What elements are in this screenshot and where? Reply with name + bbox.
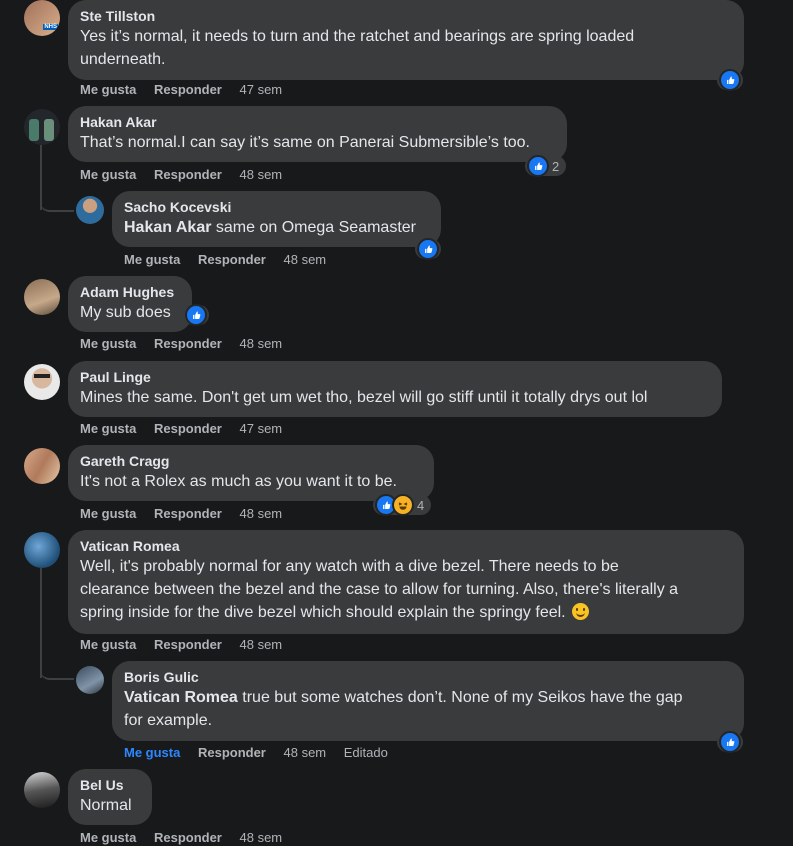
comment-bubble: Adam Hughes My sub does bbox=[68, 276, 192, 332]
reply-button[interactable]: Responder bbox=[154, 167, 222, 182]
comment-author[interactable]: Hakan Akar bbox=[80, 113, 555, 131]
like-reaction-icon bbox=[185, 304, 207, 326]
comment-bubble: Bel Us Normal bbox=[68, 769, 152, 825]
avatar-badge: NHS bbox=[43, 24, 58, 30]
avatar[interactable] bbox=[24, 109, 60, 145]
reactions[interactable] bbox=[717, 69, 743, 91]
comment-actions: Me gusta Responder 48 sem bbox=[80, 336, 296, 352]
haha-reaction-icon bbox=[392, 494, 414, 516]
avatar[interactable] bbox=[76, 666, 104, 694]
comment-actions: Me gusta Responder 48 sem bbox=[124, 252, 340, 268]
comment-text: It's not a Rolex as much as you want it … bbox=[80, 473, 397, 490]
like-button[interactable]: Me gusta bbox=[80, 82, 136, 97]
comment-bubble: Gareth Cragg It's not a Rolex as much as… bbox=[68, 445, 434, 501]
timestamp[interactable]: 47 sem bbox=[240, 82, 283, 97]
mention-link[interactable]: Hakan Akar bbox=[124, 219, 211, 236]
avatar[interactable] bbox=[24, 532, 60, 568]
comment-bubble: Sacho Kocevski Hakan Akar same on Omega … bbox=[112, 191, 441, 247]
reply-button[interactable]: Responder bbox=[154, 82, 222, 97]
like-reaction-icon bbox=[417, 238, 439, 260]
comment-actions: Me gusta Responder 47 sem bbox=[80, 421, 296, 437]
comment-text: for example. bbox=[124, 712, 213, 729]
comment-author[interactable]: Bel Us bbox=[80, 776, 140, 794]
comment-text: That’s normal.I can say it’s same on Pan… bbox=[80, 134, 530, 151]
avatar[interactable] bbox=[24, 772, 60, 808]
comment-text: clearance between the bezel and the case… bbox=[80, 581, 679, 598]
like-button[interactable]: Me gusta bbox=[124, 252, 180, 267]
reply-button[interactable]: Responder bbox=[154, 506, 222, 521]
like-reaction-icon bbox=[527, 155, 549, 177]
comment-bubble: Ste Tillston Yes it’s normal, it needs t… bbox=[68, 0, 744, 80]
reply-button[interactable]: Responder bbox=[154, 336, 222, 351]
comment-text: Mines the same. Don't get um wet tho, be… bbox=[80, 389, 648, 406]
comment-author[interactable]: Adam Hughes bbox=[80, 283, 180, 301]
like-button[interactable]: Me gusta bbox=[124, 745, 180, 760]
reactions[interactable]: 2 bbox=[525, 155, 567, 177]
comment-actions: Me gusta Responder 48 sem bbox=[80, 167, 296, 183]
timestamp[interactable]: 48 sem bbox=[240, 637, 283, 652]
comment-actions: Me gusta Responder 48 sem bbox=[80, 506, 296, 522]
timestamp[interactable]: 47 sem bbox=[240, 421, 283, 436]
comment-author[interactable]: Paul Linge bbox=[80, 368, 710, 386]
like-button[interactable]: Me gusta bbox=[80, 421, 136, 436]
reactions[interactable] bbox=[415, 238, 441, 260]
like-button[interactable]: Me gusta bbox=[80, 637, 136, 652]
comment-bubble: Vatican Romea Well, it's probably normal… bbox=[68, 530, 744, 634]
reply-thread-connector bbox=[40, 190, 74, 212]
avatar[interactable] bbox=[76, 196, 104, 224]
comment-bubble: Hakan Akar That’s normal.I can say it’s … bbox=[68, 106, 567, 162]
edited-label[interactable]: Editado bbox=[344, 745, 388, 760]
smile-emoji-icon bbox=[572, 603, 590, 620]
comment-text: My sub does bbox=[80, 304, 171, 321]
timestamp[interactable]: 48 sem bbox=[284, 745, 327, 760]
timestamp[interactable]: 48 sem bbox=[240, 336, 283, 351]
comment-text: spring inside for the dive bezel which s… bbox=[80, 601, 732, 624]
reply-thread-connector bbox=[40, 660, 74, 680]
comment-actions: Me gusta Responder 48 sem Editado bbox=[124, 745, 402, 761]
comment-author[interactable]: Gareth Cragg bbox=[80, 452, 422, 470]
reaction-count: 4 bbox=[417, 497, 425, 513]
mention-link[interactable]: Vatican Romea bbox=[124, 689, 238, 706]
comment-text: Yes it’s normal, it needs to turn and th… bbox=[80, 28, 635, 45]
reaction-count: 2 bbox=[552, 158, 560, 174]
reply-button[interactable]: Responder bbox=[198, 745, 266, 760]
comment-actions: Me gusta Responder 48 sem bbox=[80, 830, 296, 846]
avatar[interactable] bbox=[24, 448, 60, 484]
comment-text: Vatican Romea true but some watches don’… bbox=[124, 686, 732, 709]
comment-text-body: spring inside for the dive bezel which s… bbox=[80, 604, 566, 621]
like-button[interactable]: Me gusta bbox=[80, 506, 136, 521]
like-reaction-icon bbox=[719, 731, 741, 753]
avatar[interactable]: NHS bbox=[24, 0, 60, 36]
comment-author[interactable]: Ste Tillston bbox=[80, 7, 732, 25]
avatar[interactable] bbox=[24, 364, 60, 400]
comment-actions: Me gusta Responder 47 sem bbox=[80, 82, 296, 98]
comment-text-body: same on Omega Seamaster bbox=[211, 219, 416, 236]
like-reaction-icon bbox=[719, 69, 741, 91]
timestamp[interactable]: 48 sem bbox=[240, 506, 283, 521]
comment-text: Well, it's probably normal for any watch… bbox=[80, 558, 619, 575]
like-button[interactable]: Me gusta bbox=[80, 336, 136, 351]
comment-text: underneath. bbox=[80, 51, 166, 68]
reactions[interactable] bbox=[717, 731, 743, 753]
timestamp[interactable]: 48 sem bbox=[284, 252, 327, 267]
like-button[interactable]: Me gusta bbox=[80, 167, 136, 182]
comment-text: Hakan Akar same on Omega Seamaster bbox=[124, 216, 429, 239]
comment-text-body: true but some watches don’t. None of my … bbox=[237, 689, 683, 706]
timestamp[interactable]: 48 sem bbox=[240, 167, 283, 182]
comment-bubble: Boris Gulic Vatican Romea true but some … bbox=[112, 661, 744, 741]
comment-bubble: Paul Linge Mines the same. Don't get um … bbox=[68, 361, 722, 417]
avatar[interactable] bbox=[24, 279, 60, 315]
comment-author[interactable]: Vatican Romea bbox=[80, 537, 732, 555]
comment-text: Normal bbox=[80, 797, 132, 814]
reactions[interactable]: 4 bbox=[373, 494, 432, 516]
comment-author[interactable]: Boris Gulic bbox=[124, 668, 732, 686]
reply-button[interactable]: Responder bbox=[198, 252, 266, 267]
reply-button[interactable]: Responder bbox=[154, 421, 222, 436]
reactions[interactable] bbox=[183, 304, 209, 326]
comment-author[interactable]: Sacho Kocevski bbox=[124, 198, 429, 216]
comment-actions: Me gusta Responder 48 sem bbox=[80, 637, 296, 653]
reply-button[interactable]: Responder bbox=[154, 637, 222, 652]
